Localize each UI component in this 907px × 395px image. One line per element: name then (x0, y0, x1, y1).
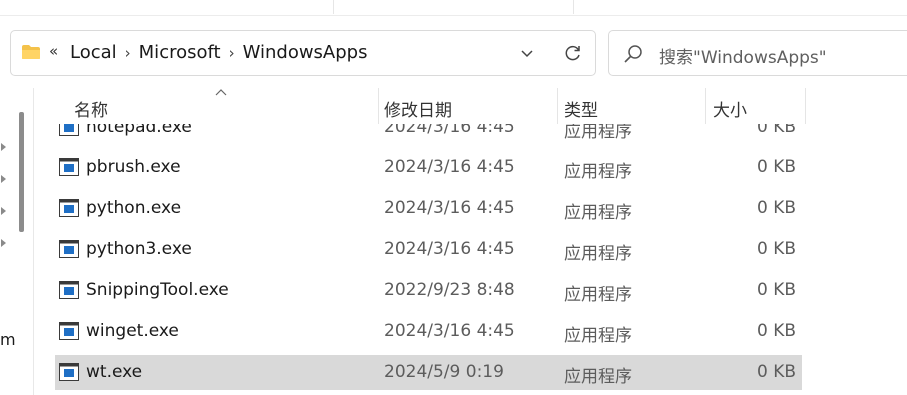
application-icon (59, 240, 79, 258)
file-name: winget.exe (86, 321, 179, 341)
file-row[interactable]: SnippingTool.exe 2022/9/23 8:48 应用程序 0 KB (55, 273, 802, 308)
column-name[interactable]: 名称 (74, 96, 108, 121)
chevron-right-icon[interactable]: › (221, 44, 243, 62)
sort-ascending-icon (215, 89, 227, 96)
expand-arrow-icon[interactable] (0, 238, 8, 248)
file-size: 0 KB (756, 124, 796, 137)
file-modified: 2024/3/16 4:45 (384, 198, 515, 218)
file-type: 应用程序 (564, 124, 632, 142)
file-type: 应用程序 (564, 367, 632, 387)
file-name: notepad.exe (86, 124, 192, 137)
file-name: SnippingTool.exe (86, 280, 229, 300)
chevron-right-icon[interactable]: › (117, 44, 139, 62)
file-modified: 2024/3/16 4:45 (384, 239, 515, 259)
application-icon (59, 199, 79, 217)
column-divider[interactable] (378, 88, 379, 124)
search-box[interactable]: 搜索"WindowsApps" (608, 30, 907, 76)
expand-arrow-icon[interactable] (0, 174, 8, 184)
breadcrumb-overflow-button[interactable]: « (49, 42, 58, 60)
file-modified: 2024/5/9 0:19 (384, 362, 504, 382)
file-modified: 2024/3/16 4:45 (384, 124, 515, 137)
application-icon (59, 158, 79, 176)
file-size: 0 KB (756, 239, 796, 259)
file-name: pbrush.exe (86, 157, 181, 177)
application-icon (59, 322, 79, 340)
breadcrumb-local[interactable]: Local (70, 42, 117, 63)
file-size: 0 KB (756, 321, 796, 341)
breadcrumb: Local › Microsoft › WindowsApps (70, 42, 367, 63)
file-row[interactable]: wt.exe 2024/5/9 0:19 应用程序 0 KB (55, 355, 802, 390)
column-divider[interactable] (705, 88, 706, 124)
file-name: python3.exe (86, 239, 192, 259)
file-row[interactable]: winget.exe 2024/3/16 4:45 应用程序 0 KB (55, 314, 802, 349)
file-row[interactable]: python3.exe 2024/3/16 4:45 应用程序 0 KB (55, 232, 802, 267)
expand-arrow-icon[interactable] (0, 206, 8, 216)
file-row[interactable]: notepad.exe 2024/3/16 4:45 应用程序 0 KB (55, 124, 802, 145)
application-icon (59, 281, 79, 299)
application-icon (59, 363, 79, 381)
breadcrumb-microsoft[interactable]: Microsoft (139, 42, 221, 63)
nav-pane-scrollbar[interactable] (19, 112, 24, 232)
column-header: 名称 修改日期 类型 大小 (0, 88, 907, 124)
folder-icon (22, 45, 40, 59)
file-name: python.exe (86, 198, 182, 218)
ribbon-strip (0, 0, 907, 16)
column-type[interactable]: 类型 (564, 96, 598, 121)
file-modified: 2024/3/16 4:45 (384, 321, 515, 341)
application-icon (59, 124, 79, 136)
breadcrumb-windowsapps[interactable]: WindowsApps (243, 42, 368, 63)
file-type: 应用程序 (564, 285, 632, 305)
file-size: 0 KB (756, 198, 796, 218)
file-name: wt.exe (86, 362, 143, 382)
file-size: 0 KB (756, 362, 796, 382)
file-row[interactable]: python.exe 2024/3/16 4:45 应用程序 0 KB (55, 191, 802, 226)
column-modified[interactable]: 修改日期 (384, 96, 452, 121)
file-type: 应用程序 (564, 162, 632, 182)
file-modified: 2024/3/16 4:45 (384, 157, 515, 177)
ribbon-divider (573, 0, 574, 14)
column-size[interactable]: 大小 (713, 96, 747, 121)
column-divider[interactable] (805, 88, 806, 124)
file-list: notepad.exe 2024/3/16 4:45 应用程序 0 KB pbrush.… (34, 124, 907, 395)
file-explorer-window: « Local › Microsoft › WindowsApps 搜索"Win… (0, 0, 907, 395)
search-icon (624, 45, 642, 63)
file-size: 0 KB (756, 280, 796, 300)
file-type: 应用程序 (564, 203, 632, 223)
search-input[interactable]: 搜索"WindowsApps" (659, 43, 827, 68)
file-type: 应用程序 (564, 244, 632, 264)
nav-item-label[interactable]: m (0, 330, 16, 349)
file-type: 应用程序 (564, 326, 632, 346)
file-size: 0 KB (756, 157, 796, 177)
address-bar[interactable]: « Local › Microsoft › WindowsApps (10, 30, 596, 76)
expand-arrow-icon[interactable] (0, 142, 8, 152)
ribbon-divider (333, 0, 334, 14)
column-divider[interactable] (557, 88, 558, 124)
file-row[interactable]: pbrush.exe 2024/3/16 4:45 应用程序 0 KB (55, 150, 802, 185)
file-modified: 2022/9/23 8:48 (384, 280, 515, 300)
chevron-down-icon[interactable] (519, 45, 535, 61)
refresh-icon[interactable] (564, 44, 582, 62)
